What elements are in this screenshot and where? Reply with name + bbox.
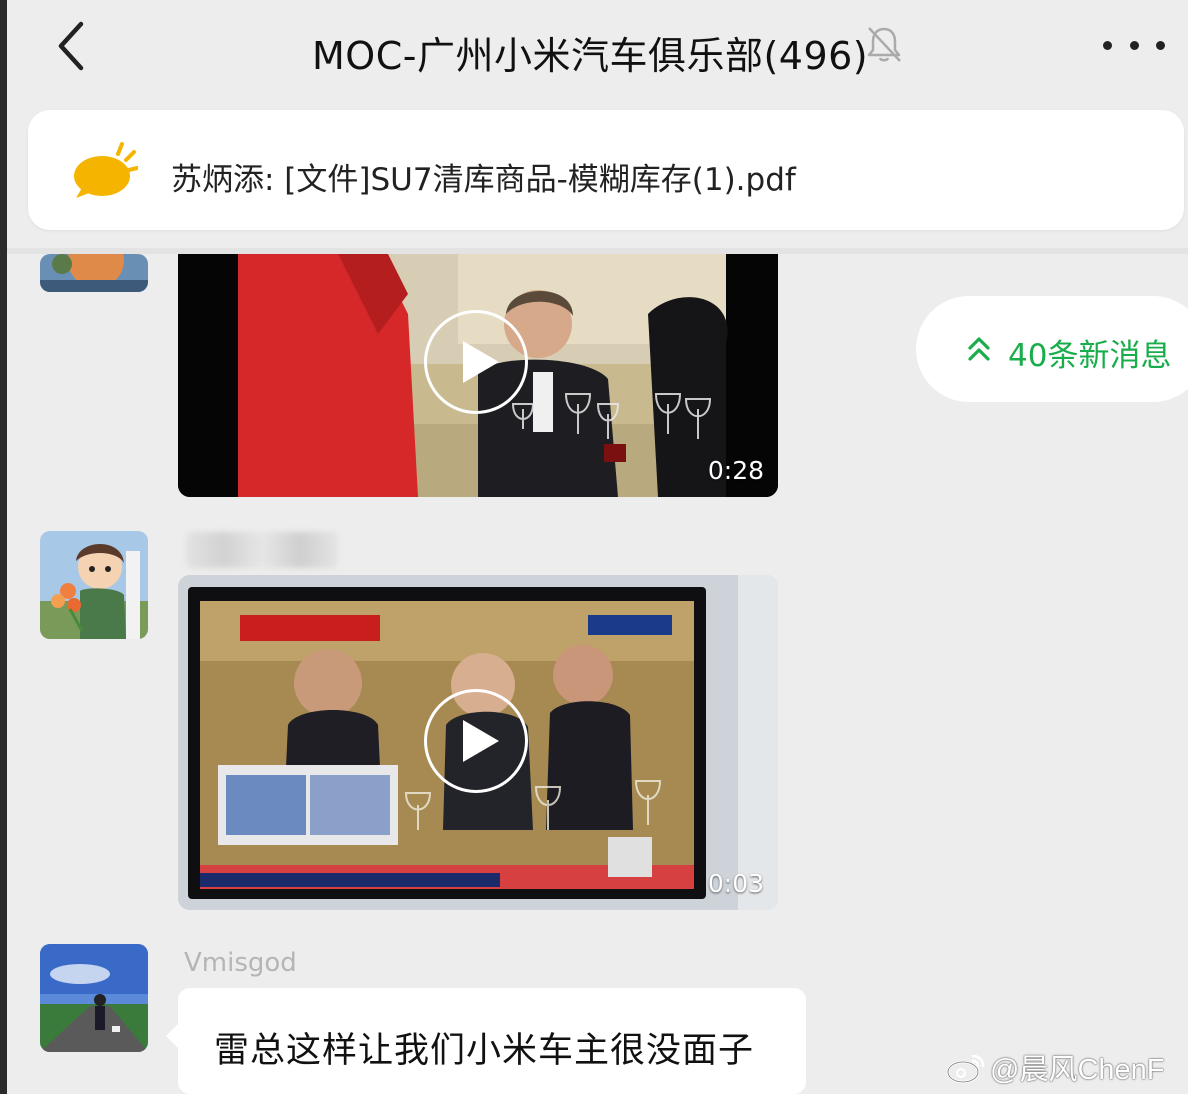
watermark: @晨风ChenF [946, 1048, 1164, 1086]
chat-header: MOC-广州小米汽车俱乐部(496) [7, 0, 1188, 96]
watermark-text: @晨风ChenF [990, 1054, 1165, 1086]
pinned-message-banner[interactable]: 苏炳添: [文件]SU7清库商品-模糊库存(1).pdf [28, 110, 1184, 230]
avatar[interactable] [40, 254, 148, 292]
megaphone-icon [74, 142, 138, 198]
window-edge [0, 0, 7, 1094]
message-text: 雷总这样让我们小米车主很没面子 [214, 1031, 755, 1071]
video-duration: 0:03 [707, 869, 764, 898]
back-button[interactable] [51, 18, 101, 76]
sender-name-blurred [186, 532, 338, 568]
video-duration: 0:28 [707, 456, 764, 485]
play-button[interactable] [424, 310, 528, 414]
play-icon [463, 720, 499, 762]
video-message[interactable]: 0:28 [178, 254, 778, 497]
play-icon [463, 341, 499, 383]
chat-title: MOC-广州小米汽车俱乐部(496) [312, 33, 869, 78]
dot [1103, 40, 1112, 50]
pinned-message-text: 苏炳添: [文件]SU7清库商品-模糊库存(1).pdf [171, 162, 796, 198]
dot [1129, 40, 1139, 50]
avatar[interactable] [40, 531, 148, 639]
sender-name: Vmisgod [184, 948, 297, 978]
play-button[interactable] [424, 689, 528, 793]
new-messages-label: 40条新消息 [1008, 338, 1172, 374]
video-message[interactable]: 0:03 [178, 575, 778, 910]
dot [1156, 40, 1165, 50]
avatar[interactable] [40, 944, 148, 1052]
text-message-bubble[interactable]: 雷总这样让我们小米车主很没面子 [166, 988, 806, 1094]
chevron-left-icon [58, 21, 84, 71]
more-options-button[interactable] [1103, 30, 1165, 60]
bell-off-icon [867, 27, 901, 62]
new-messages-button[interactable]: 40条新消息 [916, 296, 1188, 402]
weibo-icon [946, 1054, 985, 1084]
double-chevron-up-icon [968, 337, 990, 361]
